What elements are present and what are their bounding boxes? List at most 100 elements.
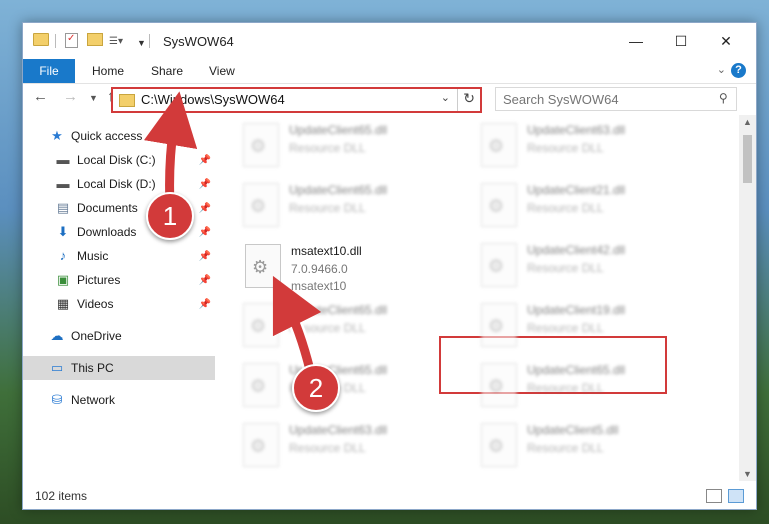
refresh-icon[interactable]: ↻	[463, 90, 475, 107]
music-icon: ♪	[59, 248, 67, 263]
sidebar-item-onedrive[interactable]: ☁ OneDrive	[49, 325, 215, 347]
step-1-badge: 1	[146, 192, 194, 240]
file-type: Resource DLL	[527, 141, 604, 155]
dll-file-icon	[245, 244, 281, 288]
file-item[interactable]: UpdateClient63.dll Resource DLL	[243, 419, 463, 471]
drive-icon: ▬	[56, 176, 70, 191]
search-icon[interactable]: ⚲	[719, 91, 728, 105]
tab-home[interactable]: Home	[92, 59, 124, 83]
sidebar-item-label: This PC	[71, 361, 114, 375]
sidebar-item-label: Local Disk (C:)	[77, 153, 156, 167]
file-item[interactable]: UpdateClient65.dll Resource DLL	[243, 179, 463, 231]
dll-file-icon	[481, 123, 517, 167]
dll-file-icon	[481, 363, 517, 407]
customize-toolbar-chevron-icon[interactable]: ▼	[137, 35, 146, 51]
close-button[interactable]: ✕	[711, 31, 741, 51]
file-version: 7.0.9466.0	[291, 262, 348, 276]
file-item-msatext10[interactable]: msatext10.dll 7.0.9466.0 msatext10	[245, 240, 465, 293]
minimize-button[interactable]: —	[621, 31, 651, 51]
properties-icon[interactable]	[65, 33, 78, 48]
pin-icon[interactable]: 📌	[199, 275, 211, 286]
file-item[interactable]: UpdateClient42.dll Resource DLL	[481, 239, 701, 291]
file-type: Resource DLL	[527, 321, 604, 335]
ribbon-tabs: File Home Share View ⌄ ?	[23, 59, 756, 84]
file-item[interactable]: UpdateClient63.dll Resource DLL	[481, 119, 701, 171]
dll-file-icon	[243, 423, 279, 467]
pin-icon[interactable]: 📌	[199, 203, 211, 214]
dll-file-icon	[481, 423, 517, 467]
sidebar-item-local-disk-d[interactable]: ▬ Local Disk (D:) 📌	[55, 173, 215, 195]
title-bar: ☰▾ ▼ SysWOW64 — ☐ ✕	[23, 23, 756, 59]
file-name: UpdateClient63.dll	[289, 423, 388, 437]
drive-icon: ▬	[56, 152, 70, 167]
tab-view[interactable]: View	[209, 59, 235, 83]
window-title: SysWOW64	[163, 34, 234, 49]
expand-ribbon-chevron-icon[interactable]: ⌄	[717, 63, 726, 76]
sidebar-item-network[interactable]: ⛁ Network	[49, 389, 215, 411]
file-name: UpdateClient21.dll	[527, 183, 626, 197]
large-icons-view-icon[interactable]	[728, 489, 744, 503]
search-box[interactable]: ⚲	[495, 87, 737, 111]
sidebar-item-label: Pictures	[77, 273, 121, 287]
address-path[interactable]: C:\Windows\SysWOW64	[141, 92, 285, 107]
help-icon[interactable]: ?	[731, 63, 746, 78]
pin-icon[interactable]: 📌	[199, 179, 211, 190]
scrollbar-thumb[interactable]	[743, 135, 752, 183]
dll-file-icon	[243, 303, 279, 347]
sidebar-item-quick-access[interactable]: ★ Quick access	[49, 125, 215, 147]
pin-icon[interactable]: 📌	[199, 251, 211, 262]
search-input[interactable]	[496, 88, 705, 110]
folder-icon	[119, 94, 135, 107]
file-item[interactable]: UpdateClient65.dll Resource DLL	[481, 359, 701, 411]
new-folder-icon[interactable]	[87, 33, 103, 46]
scroll-up-icon[interactable]: ▲	[739, 117, 756, 127]
recent-locations-chevron-icon[interactable]: ▼	[89, 93, 98, 103]
sidebar-item-label: Downloads	[77, 225, 137, 239]
step-2-badge: 2	[292, 364, 340, 412]
dll-file-icon	[243, 183, 279, 227]
quick-access-toolbar-icon[interactable]: ☰▾	[109, 33, 123, 49]
sidebar-item-label: Local Disk (D:)	[77, 177, 156, 191]
tab-share[interactable]: Share	[151, 59, 183, 83]
file-item[interactable]: UpdateClient5.dll Resource DLL	[481, 419, 701, 471]
address-dropdown-chevron-icon[interactable]: ⌄	[441, 91, 450, 104]
back-arrow-icon[interactable]: ←	[33, 88, 48, 105]
file-name: UpdateClient42.dll	[527, 243, 626, 257]
file-list: UpdateClient65.dll Resource DLL UpdateCl…	[219, 115, 737, 481]
quick-access-separator	[55, 34, 56, 48]
pin-icon[interactable]: 📌	[199, 299, 211, 310]
details-view-icon[interactable]	[706, 489, 722, 503]
file-description: msatext10	[291, 279, 347, 293]
dll-file-icon	[481, 183, 517, 227]
sidebar-item-this-pc[interactable]: ▭ This PC	[49, 357, 215, 379]
network-icon: ⛁	[51, 392, 63, 407]
file-type: Resource DLL	[527, 381, 604, 395]
pin-icon[interactable]: 📌	[199, 227, 211, 238]
sidebar-item-label: Network	[71, 393, 116, 407]
tab-file[interactable]: File	[23, 59, 75, 83]
status-bar: 102 items	[23, 481, 756, 509]
pin-icon[interactable]: 📌	[199, 155, 211, 166]
sidebar-item-label: OneDrive	[71, 329, 122, 343]
file-item[interactable]: UpdateClient21.dll Resource DLL	[481, 179, 701, 231]
file-type: Resource DLL	[527, 201, 604, 215]
forward-arrow-icon[interactable]: →	[63, 88, 78, 105]
file-type: Resource DLL	[289, 201, 366, 215]
file-name: UpdateClient65.dll	[289, 303, 388, 317]
dll-file-icon	[243, 363, 279, 407]
file-item[interactable]: UpdateClient19.dll Resource DLL	[481, 299, 701, 351]
sidebar-item-pictures[interactable]: ▣ Pictures 📌	[55, 269, 215, 291]
folder-icon[interactable]	[33, 33, 49, 46]
explorer-window: ☰▾ ▼ SysWOW64 — ☐ ✕ File Home Share View…	[22, 22, 757, 510]
file-item[interactable]: UpdateClient65.dll Resource DLL	[243, 359, 463, 411]
file-item[interactable]: UpdateClient65.dll Resource DLL	[243, 119, 463, 171]
sidebar-item-local-disk-c[interactable]: ▬ Local Disk (C:) 📌	[55, 149, 215, 171]
vertical-scrollbar[interactable]: ▲ ▼	[739, 115, 756, 481]
navigation-bar: ← → ▼ ↑ C:\Windows\SysWOW64 ⌄ ↻ ⚲	[23, 84, 756, 114]
scroll-down-icon[interactable]: ▼	[739, 469, 756, 479]
file-item[interactable]: UpdateClient65.dll Resource DLL	[243, 299, 463, 351]
address-bar[interactable]: C:\Windows\SysWOW64 ⌄ ↻	[111, 87, 482, 113]
maximize-button[interactable]: ☐	[666, 31, 696, 51]
sidebar-item-music[interactable]: ♪ Music 📌	[55, 245, 215, 267]
sidebar-item-videos[interactable]: ▦ Videos 📌	[55, 293, 215, 315]
